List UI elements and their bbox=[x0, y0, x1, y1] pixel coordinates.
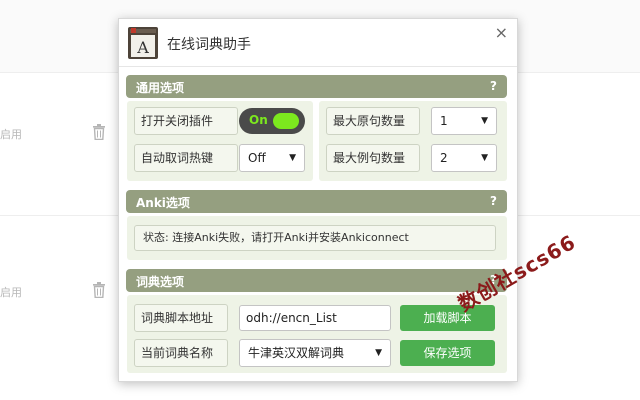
max-example-select[interactable]: 2 ▼ bbox=[431, 144, 497, 172]
popup-title: 在线词典助手 bbox=[167, 37, 251, 53]
toggle-state-text: On bbox=[249, 113, 268, 127]
current-dictionary-label: 当前词典名称 bbox=[134, 339, 228, 367]
trash-icon[interactable] bbox=[92, 282, 106, 298]
header-divider bbox=[119, 66, 517, 67]
anki-panel: 状态: 连接Anki失败，请打开Anki并安装Ankiconnect bbox=[127, 216, 507, 260]
general-options-header: 通用选项 ? bbox=[126, 75, 507, 98]
logo-letter: A bbox=[136, 38, 149, 57]
close-button[interactable]: × bbox=[495, 24, 508, 42]
trash-icon[interactable] bbox=[92, 124, 106, 140]
max-sentence-label: 最大原句数量 bbox=[326, 107, 420, 135]
max-example-label: 最大例句数量 bbox=[326, 144, 420, 172]
plugin-toggle-switch[interactable]: On bbox=[239, 108, 305, 134]
background-status-text: 启用 bbox=[0, 286, 22, 299]
max-sentence-selected-value: 1 bbox=[440, 114, 448, 128]
dictionary-panel: 词典脚本地址 odh://encn_List 加载脚本 当前词典名称 牛津英汉双… bbox=[127, 295, 507, 373]
hotkey-selected-value: Off bbox=[248, 151, 266, 165]
save-options-button[interactable]: 保存选项 bbox=[400, 340, 495, 366]
chevron-down-icon: ▼ bbox=[481, 116, 488, 126]
background-status-text: 启用 bbox=[0, 128, 22, 141]
max-example-selected-value: 2 bbox=[440, 151, 448, 165]
general-help-icon[interactable]: ? bbox=[490, 79, 497, 93]
chevron-down-icon: ▼ bbox=[375, 348, 382, 358]
current-dictionary-select[interactable]: 牛津英汉双解词典 ▼ bbox=[239, 339, 391, 367]
chevron-down-icon: ▼ bbox=[289, 153, 296, 163]
anki-options-title: Anki选项 bbox=[136, 196, 190, 210]
toggle-knob bbox=[273, 113, 299, 129]
plugin-toggle-label: 打开关闭插件 bbox=[134, 107, 238, 135]
book-logo-icon: A bbox=[128, 27, 158, 59]
dictionary-assistant-popup: A 在线词典助手 × 通用选项 ? 打开关闭插件 On 自动取词热键 Off ▼… bbox=[118, 18, 518, 382]
current-dictionary-value: 牛津英汉双解词典 bbox=[248, 346, 345, 360]
dictionary-options-header: 词典选项 ? bbox=[126, 269, 507, 292]
general-options-title: 通用选项 bbox=[136, 81, 185, 95]
anki-options-header: Anki选项 ? bbox=[126, 190, 507, 213]
chevron-down-icon: ▼ bbox=[481, 153, 488, 163]
max-sentence-select[interactable]: 1 ▼ bbox=[431, 107, 497, 135]
script-url-label: 词典脚本地址 bbox=[134, 304, 228, 332]
popup-header: A 在线词典助手 × bbox=[119, 19, 517, 65]
general-left-panel: 打开关闭插件 On 自动取词热键 Off ▼ bbox=[127, 101, 313, 181]
hotkey-label: 自动取词热键 bbox=[134, 144, 238, 172]
dictionary-options-title: 词典选项 bbox=[136, 275, 185, 289]
load-script-button[interactable]: 加载脚本 bbox=[400, 305, 495, 331]
general-right-panel: 最大原句数量 1 ▼ 最大例句数量 2 ▼ bbox=[319, 101, 507, 181]
anki-help-icon[interactable]: ? bbox=[490, 194, 497, 208]
script-url-input[interactable]: odh://encn_List bbox=[239, 305, 391, 331]
anki-status-text: 状态: 连接Anki失败，请打开Anki并安装Ankiconnect bbox=[134, 225, 496, 251]
hotkey-select[interactable]: Off ▼ bbox=[239, 144, 305, 172]
